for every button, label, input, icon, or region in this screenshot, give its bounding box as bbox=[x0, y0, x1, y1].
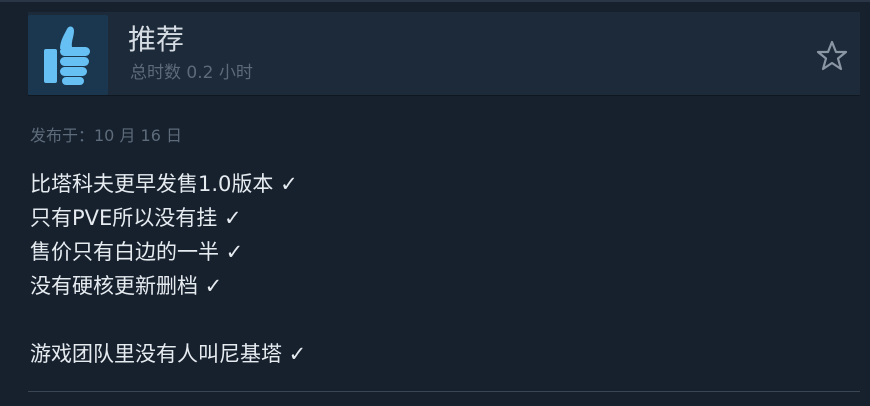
thumbs-up-icon bbox=[44, 26, 90, 85]
award-button[interactable] bbox=[813, 38, 851, 74]
divider bbox=[28, 391, 860, 392]
hours-on-record: 总时数 0.2 小时 bbox=[130, 63, 253, 83]
review-line: 售价只有白边的一半 ✓ bbox=[30, 240, 244, 264]
review-body: 比塔科夫更早发售1.0版本 ✓ 只有PVE所以没有挂 ✓ 售价只有白边的一半 ✓… bbox=[30, 167, 850, 371]
star-outline-icon bbox=[816, 40, 848, 71]
review-line: 游戏团队里没有人叫尼基塔 ✓ bbox=[30, 342, 307, 366]
review-line bbox=[30, 303, 850, 337]
review-line: 没有硬核更新删档 ✓ bbox=[30, 274, 223, 298]
recommendation-title: 推荐 bbox=[128, 23, 185, 56]
recommendation-icon-box bbox=[28, 15, 108, 95]
review-line: 比塔科夫更早发售1.0版本 ✓ bbox=[30, 172, 298, 196]
divider bbox=[0, 0, 870, 2]
posted-date: 发布于：10 月 16 日 bbox=[30, 126, 182, 145]
divider bbox=[28, 95, 860, 96]
review-card: 推荐 总时数 0.2 小时 发布于：10 月 16 日 比塔科夫更早发售1.0版… bbox=[0, 0, 870, 406]
review-line: 只有PVE所以没有挂 ✓ bbox=[30, 206, 242, 230]
